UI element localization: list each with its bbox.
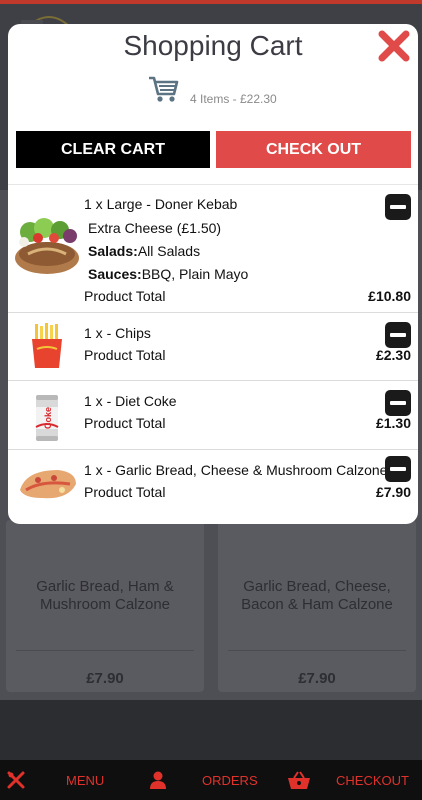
cart-summary: 4 Items - £22.30 [148, 74, 277, 108]
menu-card[interactable]: Garlic Bread, Cheese, Bacon & Ham Calzon… [218, 520, 416, 692]
item-name: 1 x Large - Doner Kebab [84, 196, 238, 212]
shopping-cart-modal: Shopping Cart 4 Items - £22.30 CLEAR CAR… [8, 24, 418, 524]
cart-summary-text: 4 Items - £22.30 [190, 92, 277, 106]
nav-checkout[interactable]: CHECKOUT [287, 760, 409, 800]
cart-item: 1 x Large - Doner Kebab Extra Cheese (£1… [8, 184, 418, 312]
modal-title: Shopping Cart [123, 30, 303, 61]
salads-label: Salads: [88, 243, 138, 259]
cart-item: 1 x - Chips Product Total £2.30 [8, 313, 418, 380]
diet-coke-can-image: Coke [35, 393, 59, 448]
item-extra: Extra Cheese (£1.50) [88, 220, 222, 236]
doner-kebab-image [14, 214, 80, 281]
sauces-value: BBQ, Plain Mayo [141, 266, 249, 282]
product-total-label: Product Total [84, 288, 166, 304]
checkout-button[interactable]: CHECK OUT [216, 131, 411, 168]
product-total-label: Product Total [84, 484, 166, 500]
menu-card-price: £7.90 [86, 670, 124, 687]
menu-card-price: £7.90 [298, 670, 336, 687]
item-sauces: Sauces:BBQ, Plain Mayo [84, 264, 248, 284]
divider [228, 650, 406, 651]
nav-checkout-label: CHECKOUT [336, 772, 409, 788]
bottom-nav: MENU ORDERS CHECKOUT [0, 760, 422, 800]
basket-icon [287, 770, 311, 790]
item-name: 1 x - Garlic Bread, Cheese & Mushroom Ca… [84, 462, 388, 478]
item-name: 1 x - Diet Coke [84, 393, 177, 409]
product-total-row: Product Total £1.30 [84, 415, 411, 431]
nav-orders-label: ORDERS [202, 772, 258, 788]
cart-icon [148, 73, 180, 110]
cart-item: 1 x - Garlic Bread, Cheese & Mushroom Ca… [8, 450, 418, 524]
background-strip [0, 700, 422, 760]
product-total-label: Product Total [84, 415, 166, 431]
calzone-image [18, 466, 78, 507]
nav-orders[interactable]: ORDERS [148, 760, 258, 800]
close-button[interactable] [376, 28, 412, 64]
cart-item: Coke 1 x - Diet Coke Product Total £1.30 [8, 381, 418, 449]
user-icon [148, 770, 168, 790]
close-icon [376, 30, 412, 68]
product-total-label: Product Total [84, 347, 166, 363]
chips-image [30, 323, 64, 374]
menu-card[interactable]: Garlic Bread, Ham & Mushroom Calzone £7.… [6, 520, 204, 692]
item-name: 1 x - Chips [84, 325, 151, 341]
product-total-value: £1.30 [375, 415, 411, 431]
product-total-value: £7.90 [375, 484, 411, 500]
clear-cart-button[interactable]: CLEAR CART [16, 131, 210, 168]
remove-item-button[interactable] [385, 390, 411, 416]
utensils-icon [6, 770, 26, 790]
item-salads: Salads:All Salads [84, 241, 248, 261]
product-total-value: £2.30 [375, 347, 411, 363]
salads-value: All Salads [137, 243, 201, 259]
nav-menu-label: MENU [66, 772, 105, 788]
divider [16, 650, 194, 651]
product-total-row: Product Total £10.80 [84, 288, 411, 304]
item-details: 1 x Large - Doner Kebab Extra Cheese (£1… [84, 194, 248, 284]
product-total-row: Product Total £7.90 [84, 484, 411, 500]
can-label: Coke [43, 407, 53, 429]
remove-item-button[interactable] [385, 322, 411, 348]
header-stripe [0, 0, 422, 4]
nav-menu[interactable]: MENU [6, 760, 104, 800]
menu-card-name: Garlic Bread, Cheese, Bacon & Ham Calzon… [241, 578, 393, 613]
remove-item-button[interactable] [385, 456, 411, 482]
product-total-row: Product Total £2.30 [84, 347, 411, 363]
remove-item-button[interactable] [385, 194, 411, 220]
product-total-value: £10.80 [368, 288, 411, 304]
sauces-label: Sauces: [88, 266, 142, 282]
menu-card-name: Garlic Bread, Ham & Mushroom Calzone [36, 578, 174, 613]
